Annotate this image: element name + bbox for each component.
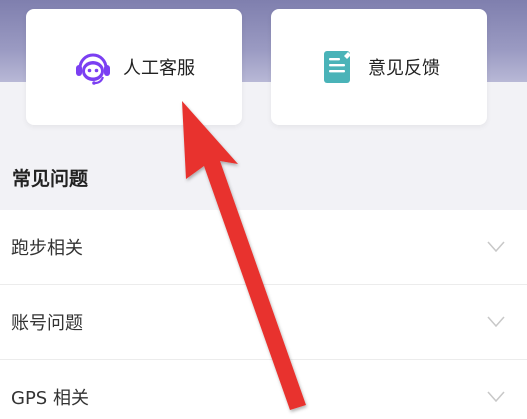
feedback-label: 意见反馈 bbox=[368, 58, 440, 79]
faq-item-label: 账号问题 bbox=[11, 313, 83, 334]
faq-item-running[interactable]: 跑步相关 bbox=[0, 210, 527, 285]
customer-service-button[interactable]: 人工客服 bbox=[26, 9, 242, 125]
faq-section-title: 常见问题 bbox=[12, 168, 89, 190]
chevron-down-icon bbox=[487, 241, 505, 253]
chevron-down-icon bbox=[487, 316, 505, 328]
customer-service-label: 人工客服 bbox=[123, 58, 195, 79]
feedback-button[interactable]: 意见反馈 bbox=[271, 9, 487, 125]
faq-item-label: 跑步相关 bbox=[11, 238, 83, 259]
headset-robot-icon bbox=[73, 47, 113, 87]
faq-item-account[interactable]: 账号问题 bbox=[0, 285, 527, 360]
faq-list: 跑步相关 账号问题 GPS 相关 bbox=[0, 210, 527, 419]
faq-item-gps[interactable]: GPS 相关 bbox=[0, 360, 527, 419]
faq-item-label: GPS 相关 bbox=[11, 388, 89, 409]
chevron-down-icon bbox=[487, 391, 505, 403]
notepad-pen-icon bbox=[318, 47, 358, 87]
